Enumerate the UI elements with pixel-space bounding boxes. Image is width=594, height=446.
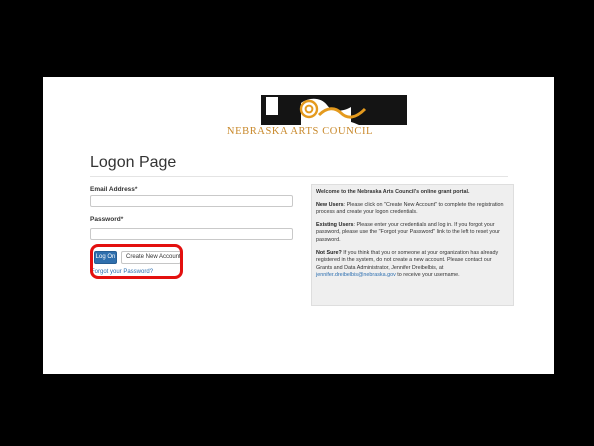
email-field[interactable] [90,195,293,207]
existing-users-paragraph: Existing Users: Please enter your creden… [316,222,509,245]
title-divider [90,176,508,177]
annotation-highlight-box [90,244,183,279]
info-heading: Welcome to the Nebraska Arts Council's o… [316,189,470,195]
page-title: Logon Page [90,154,177,171]
email-label: Email Address* [90,186,137,193]
logo-wordmark: NEBRASKA ARTS COUNCIL [226,126,374,137]
info-panel: Welcome to the Nebraska Arts Council's o… [311,184,514,306]
required-marker: * [134,186,138,193]
new-users-paragraph: New Users: Please click on "Create New A… [316,202,509,217]
required-marker: * [120,216,124,223]
not-sure-text: If you think that you or someone at your… [316,249,499,271]
password-label-text: Password [90,216,121,223]
new-users-text: : Please click on "Create New Account" t… [316,201,504,216]
not-sure-title: Not Sure? [316,249,342,256]
browser-viewport: NEBRASKA ARTS COUNCIL Logon Page Email A… [43,77,554,374]
email-label-text: Email Address [90,186,135,193]
new-users-title: New Users [316,201,344,208]
contact-email-link[interactable]: jennifer.dreibelbis@nebraska.gov [316,272,396,278]
existing-users-title: Existing Users [316,221,354,228]
password-label: Password* [90,216,123,223]
not-sure-paragraph: Not Sure? If you think that you or someo… [316,250,509,280]
not-sure-suffix: to receive your username. [395,272,460,279]
password-field[interactable] [90,228,293,240]
